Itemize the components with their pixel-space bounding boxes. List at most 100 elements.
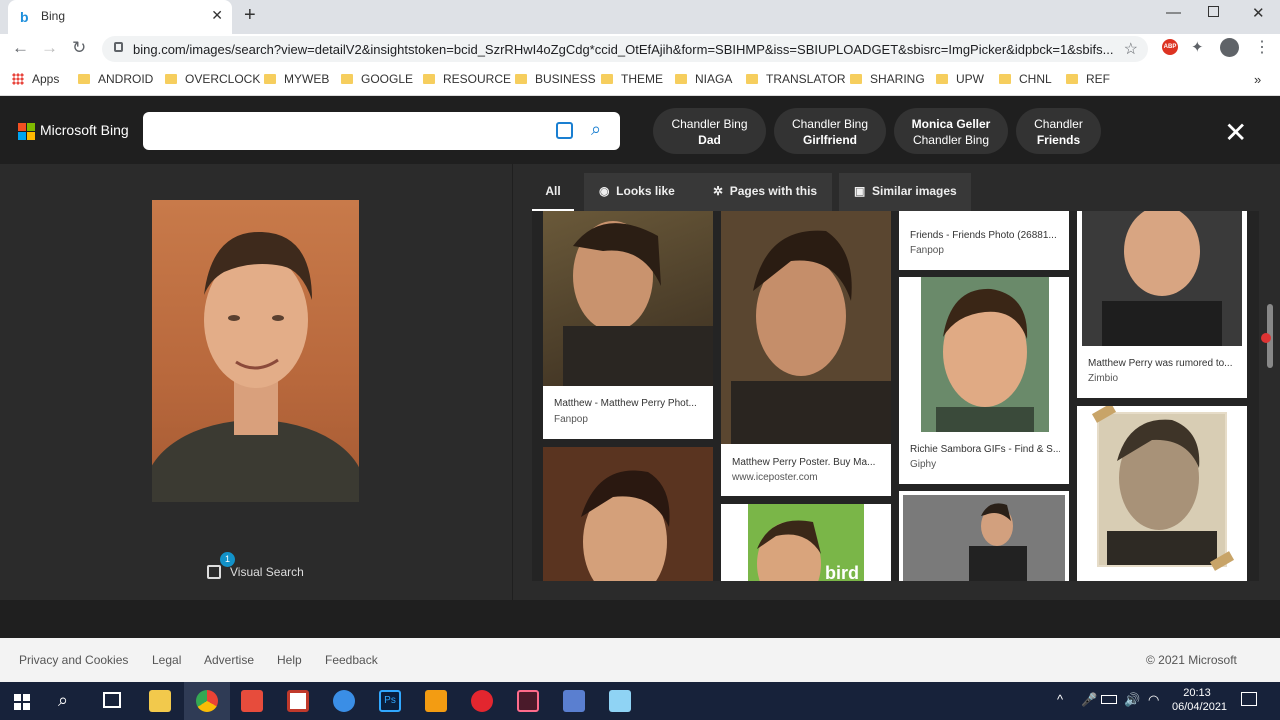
close-tab-icon[interactable]: ✕ xyxy=(211,7,223,24)
bookmark-star-icon[interactable]: ☆ xyxy=(1124,39,1138,59)
bookmark-business[interactable]: BUSINESS xyxy=(515,72,596,86)
tab-similar-images[interactable]: ▣ Similar images xyxy=(839,173,971,211)
new-tab-button[interactable]: + xyxy=(244,4,256,27)
apps-grid-icon xyxy=(12,73,24,85)
bookmark-overclock[interactable]: OVERCLOCK xyxy=(165,72,260,86)
folder-icon xyxy=(999,74,1011,84)
result-card[interactable]: Matthew Perry Poster. Buy Ma... www.icep… xyxy=(721,211,891,496)
maximize-icon[interactable] xyxy=(1208,6,1219,17)
wifi-icon[interactable]: ◠ xyxy=(1148,692,1159,708)
battery-icon[interactable] xyxy=(1101,695,1117,704)
notifications-icon[interactable] xyxy=(1241,692,1257,706)
bookmark-theme[interactable]: THEME xyxy=(601,72,663,86)
microphone-icon[interactable]: 🎤 xyxy=(1081,692,1097,708)
forward-arrow-icon[interactable]: → xyxy=(41,38,58,58)
folder-icon xyxy=(1066,74,1078,84)
task-view-icon[interactable] xyxy=(103,692,121,708)
visual-search-camera-icon[interactable] xyxy=(556,122,573,139)
tab-label: Similar images xyxy=(872,184,957,198)
profile-avatar-icon[interactable] xyxy=(1220,38,1239,57)
close-detail-icon[interactable]: ✕ xyxy=(1224,116,1247,149)
app-logo-icon[interactable] xyxy=(287,690,309,712)
related-chip-monica-chandler[interactable]: Monica Geller Chandler Bing xyxy=(894,108,1008,154)
result-card[interactable]: bird xyxy=(721,504,891,581)
query-image[interactable] xyxy=(152,200,359,502)
thumbnail-art: bird xyxy=(721,504,891,581)
ms-logo-icon-blue xyxy=(18,132,26,140)
footer-link-help[interactable]: Help xyxy=(277,653,302,667)
network-app-icon[interactable] xyxy=(563,690,585,712)
more-bookmarks-icon[interactable]: » xyxy=(1254,72,1261,87)
footer-link-legal[interactable]: Legal xyxy=(152,653,181,667)
bookmark-ref[interactable]: REF xyxy=(1066,72,1110,86)
bookmark-android[interactable]: ANDROID xyxy=(78,72,153,86)
query-image-panel: 1 Visual Search xyxy=(0,164,512,600)
bookmark-niaga[interactable]: NIAGA xyxy=(675,72,732,86)
bookmarks-bar: Apps ANDROID OVERCLOCK MYWEB GOOGLE RESO… xyxy=(0,64,1280,96)
bookmark-google[interactable]: GOOGLE xyxy=(341,72,413,86)
app-globe-icon[interactable] xyxy=(333,690,355,712)
bookmark-upw[interactable]: UPW xyxy=(936,72,984,86)
result-thumbnail xyxy=(721,211,891,444)
xampp-icon[interactable] xyxy=(425,690,447,712)
bookmark-chnl[interactable]: CHNL xyxy=(999,72,1052,86)
footer-link-advertise[interactable]: Advertise xyxy=(204,653,254,667)
bookmark-sharing[interactable]: SHARING xyxy=(850,72,925,86)
bing-favicon-icon: b xyxy=(20,9,29,25)
result-card[interactable] xyxy=(1077,406,1247,581)
result-card[interactable]: Matthew Perry was rumored to... Zimbio xyxy=(1077,211,1247,398)
browser-tab[interactable]: b Bing ✕ xyxy=(8,0,232,34)
volume-icon[interactable]: 🔊 xyxy=(1124,692,1140,708)
related-chip-chandler-dad[interactable]: Chandler Bing Dad xyxy=(653,108,766,154)
bookmark-translator[interactable]: TRANSLATOR xyxy=(746,72,846,86)
app-pink-icon[interactable] xyxy=(517,690,539,712)
minimize-icon[interactable]: — xyxy=(1166,4,1181,21)
footer-link-feedback[interactable]: Feedback xyxy=(325,653,378,667)
bookmark-apps[interactable]: Apps xyxy=(12,72,59,86)
result-card[interactable]: Friends - Friends Photo (26881... Fanpop xyxy=(899,211,1069,270)
system-clock[interactable]: 20:13 06/04/2021 xyxy=(1172,686,1227,714)
window-close-icon[interactable]: ✕ xyxy=(1252,4,1265,22)
app-red-icon[interactable] xyxy=(241,690,263,712)
result-card[interactable] xyxy=(899,491,1069,581)
file-explorer-icon[interactable] xyxy=(149,690,171,712)
windows-start-icon[interactable] xyxy=(14,694,30,710)
tab-pages-with-this[interactable]: ✲ Pages with this xyxy=(701,173,832,211)
result-card[interactable]: Matthew - Matthew Perry Phot... Fanpop xyxy=(543,211,713,439)
tab-looks-like[interactable]: ◉ Looks like xyxy=(584,173,701,211)
search-input[interactable] xyxy=(153,120,543,142)
adblock-extension-icon[interactable]: ABP xyxy=(1162,39,1178,55)
chrome-icon[interactable] xyxy=(196,690,218,712)
result-card[interactable] xyxy=(543,447,713,581)
bookmark-myweb[interactable]: MYWEB xyxy=(264,72,329,86)
chip-line2: Dad xyxy=(698,133,721,147)
folder-icon xyxy=(78,74,90,84)
extensions-puzzle-icon[interactable]: ✦ xyxy=(1191,38,1204,56)
tray-expand-icon[interactable]: ^ xyxy=(1057,692,1063,707)
reload-icon[interactable]: ↻ xyxy=(72,38,86,58)
notepad-icon[interactable] xyxy=(609,690,631,712)
address-bar[interactable]: bing.com/images/search?view=detailV2&ins… xyxy=(102,36,1148,62)
opera-icon[interactable] xyxy=(471,690,493,712)
related-chip-chandler-girlfriend[interactable]: Chandler Bing Girlfriend xyxy=(774,108,886,154)
tab-strip: b Bing ✕ + — ✕ xyxy=(0,0,1280,34)
tab-label: Looks like xyxy=(616,184,675,198)
result-source: www.iceposter.com xyxy=(732,472,818,483)
tab-label: Pages with this xyxy=(729,184,818,198)
image-results-grid: Matthew - Matthew Perry Phot... Fanpop M… xyxy=(532,211,1259,581)
folder-icon xyxy=(936,74,948,84)
related-chip-chandler-friends[interactable]: Chandler Friends xyxy=(1016,108,1101,154)
menu-dots-icon[interactable]: ⋮ xyxy=(1254,37,1270,57)
footer-link-privacy[interactable]: Privacy and Cookies xyxy=(19,653,128,667)
tab-all[interactable]: All xyxy=(532,173,574,211)
search-icon[interactable]: ⌕ xyxy=(591,119,601,140)
folder-icon xyxy=(423,74,435,84)
bookmark-resource[interactable]: RESOURCE xyxy=(423,72,511,86)
logo-text: Microsoft Bing xyxy=(40,122,129,138)
search-icon[interactable]: ⌕ xyxy=(58,690,68,711)
back-arrow-icon[interactable]: ← xyxy=(12,38,29,58)
clock-time: 20:13 xyxy=(1183,687,1211,699)
result-card[interactable]: Richie Sambora GIFs - Find & S... Giphy xyxy=(899,277,1069,484)
photoshop-icon[interactable]: Ps xyxy=(379,690,401,712)
results-scrollbar[interactable] xyxy=(1266,211,1274,581)
